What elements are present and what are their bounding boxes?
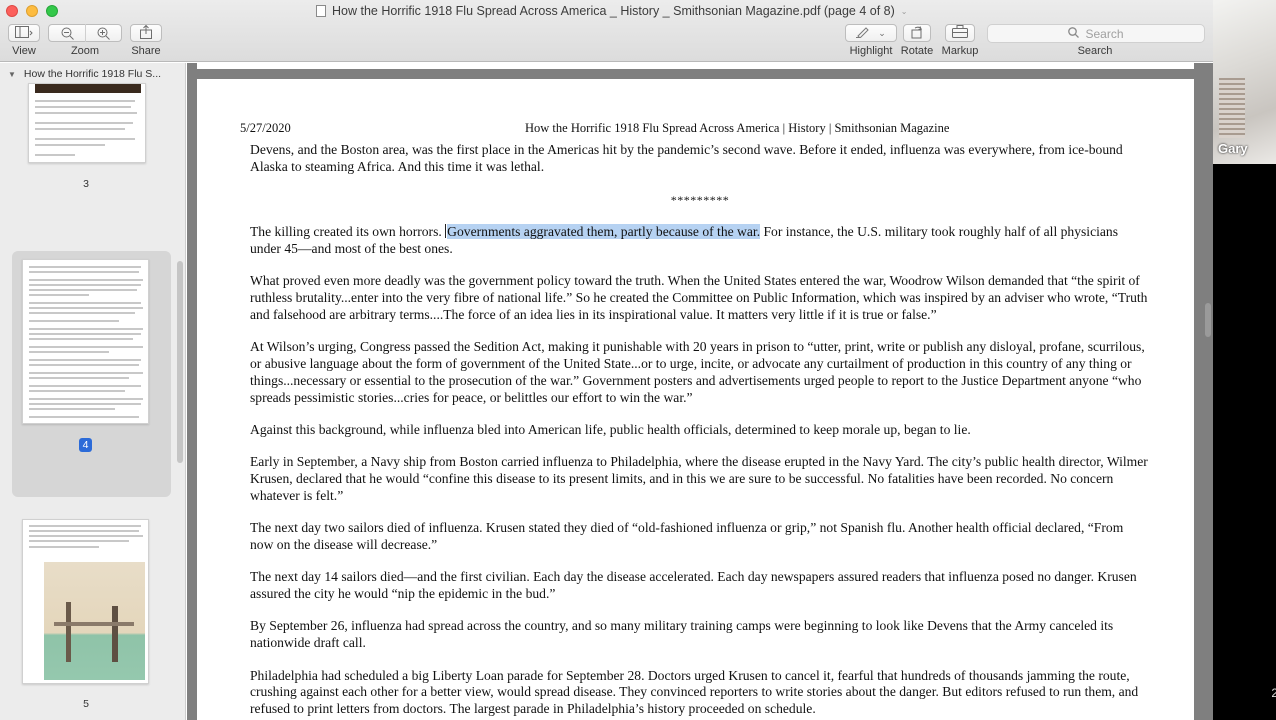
zoom-label: Zoom [70,45,100,57]
page-number-5[interactable]: 5 [76,698,96,710]
sidebar-document-name: How the Horrific 1918 Flu S... [23,68,162,80]
markup-label: Markup [941,45,979,57]
rotate-button[interactable] [903,24,931,42]
window-blind-image [1219,78,1245,138]
window-title-text: How the Horrific 1918 Flu Spread Across … [332,4,895,18]
page-content[interactable]: Devens, and the Boston area, was the fir… [250,142,1150,720]
toolbar: How the Horrific 1918 Flu Spread Across … [0,0,1213,62]
share-label: Share [131,45,161,57]
paragraph: Against this background, while influenza… [250,422,971,438]
paragraph: The next day 14 sailors died—and the fir… [250,569,1137,602]
markup-button[interactable] [945,24,975,42]
highlight-label: Highlight [849,45,893,57]
paragraph: The killing created its own horrors. Gov… [250,224,1150,258]
rotate-label: Rotate [900,45,934,57]
paragraph: Early in September, a Navy ship from Bos… [250,454,1148,503]
sidebar-document-header[interactable]: ▼ How the Horrific 1918 Flu S... [8,66,178,82]
participant-name: Gary [1218,141,1248,156]
document-viewer: 5/27/2020 How the Horrific 1918 Flu Spre… [187,63,1213,720]
thumbnail-sidebar: ▼ How the Horrific 1918 Flu S... 3 4 5 [0,63,186,720]
page-thumbnail-5[interactable] [22,519,149,684]
search-input[interactable]: Search [987,24,1205,43]
sidebar-toggle-icon [15,25,33,41]
view-label: View [12,45,36,57]
page-number-3[interactable]: 3 [76,178,96,190]
pdf-page: 5/27/2020 How the Horrific 1918 Flu Spre… [197,79,1194,720]
header-date: 5/27/2020 [240,121,291,135]
window-title: How the Horrific 1918 Flu Spread Across … [316,3,907,19]
thumbnail-photo [44,562,145,680]
maximize-window-button[interactable] [46,5,58,17]
paragraph: Devens, and the Boston area, was the fir… [250,142,1123,174]
chevron-down-icon[interactable]: ⌄ [878,28,886,39]
disclosure-triangle-icon[interactable]: ▼ [8,70,16,79]
window-controls [6,5,58,17]
corner-indicator: 2 [1271,686,1276,700]
highlight-button[interactable]: ⌄ [845,24,897,42]
video-call-panel: Gary 2 [1213,0,1276,720]
sidebar-scrollbar[interactable] [177,261,183,463]
pdf-document-icon [316,5,326,17]
highlighter-pen-icon [856,26,870,41]
participant-video [1213,0,1276,164]
thumbnail-image [35,84,141,93]
paragraph: By September 26, influenza had spread ac… [250,618,1114,651]
chevron-down-icon[interactable]: ⌄ [901,7,908,16]
rotate-icon [910,25,924,42]
section-divider: ********* [670,192,730,207]
minimize-window-button[interactable] [26,5,38,17]
page-thumbnail-3[interactable] [28,83,146,163]
text-run: The killing created its own horrors. [250,224,446,240]
search-label: Search [1077,45,1113,57]
page-thumbnail-4[interactable] [22,259,149,424]
selected-text[interactable]: Governments aggravated them, partly beca… [447,224,761,240]
paragraph: At Wilson’s urging, Congress passed the … [250,339,1145,405]
header-title: How the Horrific 1918 Flu Spread Across … [525,121,950,135]
previous-page-edge [197,63,1194,69]
toolbox-icon [952,25,968,41]
search-icon [1068,26,1080,41]
close-window-button[interactable] [6,5,18,17]
paragraph: Philadelphia had scheduled a big Liberty… [250,667,1139,717]
paragraph: The next day two sailors died of influen… [250,520,1124,553]
share-icon [140,24,152,42]
paragraph: What proved even more deadly was the gov… [250,273,1148,323]
search-placeholder: Search [1085,26,1124,41]
page-number-4[interactable]: 4 [79,438,92,452]
zoom-in-icon[interactable] [85,24,121,42]
document-scrollbar[interactable] [1205,303,1211,337]
view-button[interactable] [8,24,40,42]
share-button[interactable] [130,24,162,42]
zoom-out-icon[interactable] [49,24,85,42]
page-header: 5/27/2020 How the Horrific 1918 Flu Spre… [240,121,1151,137]
zoom-control[interactable] [48,24,122,42]
